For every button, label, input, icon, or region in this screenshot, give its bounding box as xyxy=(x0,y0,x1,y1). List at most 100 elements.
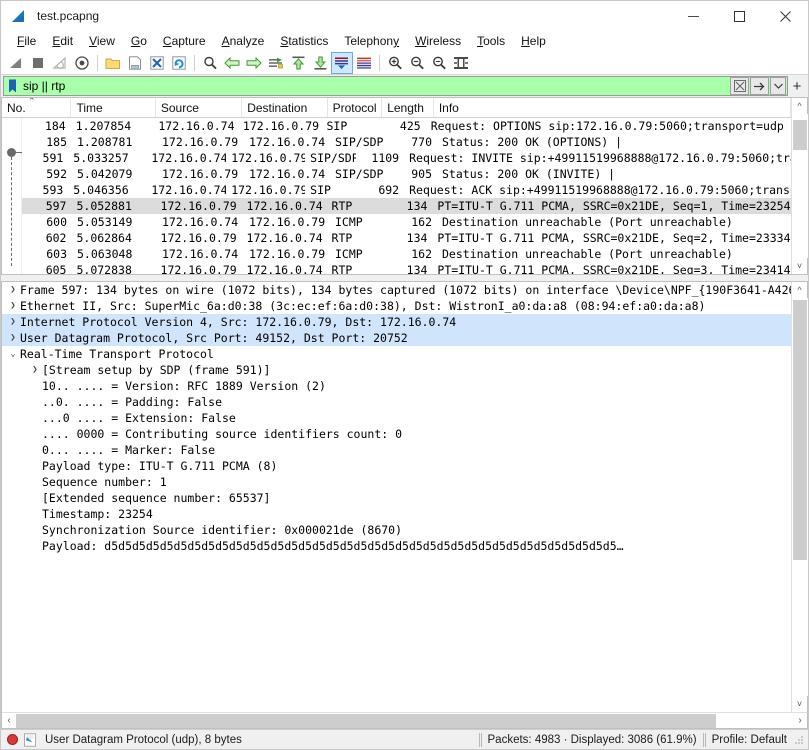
zoom-in-icon[interactable] xyxy=(384,52,406,74)
chevron-right-icon[interactable]: ❯ xyxy=(6,301,20,311)
column-header-length[interactable]: Length xyxy=(382,98,434,117)
go-to-packet-icon[interactable] xyxy=(265,52,287,74)
maximize-icon[interactable] xyxy=(716,1,762,31)
autoscroll-icon[interactable] xyxy=(331,51,353,74)
display-filter-container[interactable] xyxy=(3,76,788,96)
find-packet-icon[interactable] xyxy=(199,52,221,74)
filter-bookmark-icon[interactable] xyxy=(5,77,19,95)
packet-details-vertical-scrollbar[interactable]: ^ ˅ xyxy=(791,282,808,712)
protocol-tree-node[interactable]: Payload type: ITU-T G.711 PCMA (8) xyxy=(2,458,791,474)
protocol-tree-node[interactable]: ❯ Ethernet II, Src: SuperMic_6a:d0:38 (3c… xyxy=(2,298,791,314)
menu-view[interactable]: View xyxy=(81,32,123,50)
protocol-tree-node[interactable]: ..0. .... = Padding: False xyxy=(2,394,791,410)
column-header-no[interactable]: No. ⌃ xyxy=(2,98,72,117)
scroll-thumb[interactable] xyxy=(16,713,716,728)
scroll-left-icon[interactable]: ‹ xyxy=(2,713,16,729)
chevron-right-icon[interactable]: ❯ xyxy=(6,285,20,295)
scroll-up-icon[interactable]: ^ xyxy=(792,282,808,298)
menu-analyze[interactable]: Analyze xyxy=(214,32,273,50)
protocol-tree-node[interactable]: Payload: d5d5d5d5d5d5d5d5d5d5d5d5d5d5d5d… xyxy=(2,538,791,554)
scroll-track[interactable] xyxy=(16,713,793,729)
chevron-right-icon[interactable]: ❯ xyxy=(28,365,42,375)
scroll-down-icon[interactable]: ˅ xyxy=(792,258,808,274)
menu-help[interactable]: Help xyxy=(513,32,554,50)
column-header-source[interactable]: Source xyxy=(156,98,243,117)
chevron-down-icon[interactable] xyxy=(770,77,786,95)
scroll-up-icon[interactable]: ^ xyxy=(792,98,808,114)
protocol-tree-node[interactable]: Sequence number: 1 xyxy=(2,474,791,490)
column-header-destination[interactable]: Destination xyxy=(242,98,328,117)
restart-capture-icon[interactable] xyxy=(49,52,71,74)
packet-list-column-header[interactable]: No. ⌃ Time Source Destination Protocol Length I… xyxy=(2,98,791,118)
protocol-tree-node[interactable]: ❯ User Datagram Protocol, Src Port: 49152… xyxy=(2,330,791,346)
menu-tools[interactable]: Tools xyxy=(469,32,513,50)
table-row[interactable]: 605 5.072838 172.16.0.79 172.16.0.74 RTP 134 P… xyxy=(22,262,791,274)
scroll-thumb[interactable] xyxy=(792,300,807,560)
resize-columns-icon[interactable] xyxy=(450,52,472,74)
protocol-tree-node[interactable]: Timestamp: 23254 xyxy=(2,506,791,522)
menu-edit[interactable]: Edit xyxy=(44,32,81,50)
table-row[interactable]: 591 5.033257 172.16.0.74 172.16.0.79 SIP/SDP… xyxy=(22,150,791,166)
expert-info-error-icon[interactable] xyxy=(7,734,18,745)
menu-telephony[interactable]: Telephony xyxy=(336,32,407,50)
minimize-icon[interactable] xyxy=(670,1,716,31)
start-capture-icon[interactable] xyxy=(5,52,27,74)
scroll-track[interactable] xyxy=(791,114,808,258)
add-filter-button-icon[interactable]: + xyxy=(788,76,806,96)
protocol-tree[interactable]: ❯ Frame 597: 134 bytes on wire (1072 bits… xyxy=(2,282,791,712)
close-file-icon[interactable] xyxy=(146,52,168,74)
packet-list-vertical-scrollbar[interactable]: ^ ˅ xyxy=(791,98,808,274)
go-last-packet-icon[interactable] xyxy=(309,52,331,74)
menu-go[interactable]: Go xyxy=(123,32,155,50)
menu-statistics[interactable]: Statistics xyxy=(272,32,336,50)
resize-grip-icon[interactable] xyxy=(793,734,805,746)
go-forward-icon[interactable] xyxy=(243,52,265,74)
stop-capture-icon[interactable] xyxy=(27,52,49,74)
go-back-icon[interactable] xyxy=(221,52,243,74)
protocol-tree-node[interactable]: ❯ Internet Protocol Version 4, Src: 172.1… xyxy=(2,314,791,330)
protocol-tree-node[interactable]: Synchronization Source identifier: 0x000… xyxy=(2,522,791,538)
protocol-tree-node[interactable]: ❯ [Stream setup by SDP (frame 591)] xyxy=(2,362,791,378)
table-row[interactable]: 184 1.207854 172.16.0.74 172.16.0.79 SIP 425 R… xyxy=(22,118,791,134)
go-first-packet-icon[interactable] xyxy=(287,52,309,74)
zoom-out-icon[interactable] xyxy=(406,52,428,74)
protocol-tree-node[interactable]: [Extended sequence number: 65537] xyxy=(2,490,791,506)
table-row[interactable]: 597 5.052881 172.16.0.79 172.16.0.74 RTP 134 P… xyxy=(22,198,791,214)
chevron-right-icon[interactable]: ❯ xyxy=(6,333,20,343)
column-header-protocol[interactable]: Protocol xyxy=(328,98,383,117)
protocol-tree-node[interactable]: ⌄ Real-Time Transport Protocol xyxy=(2,346,791,362)
protocol-tree-node[interactable]: ❯ Frame 597: 134 bytes on wire (1072 bits… xyxy=(2,282,791,298)
close-icon[interactable] xyxy=(762,1,808,31)
scroll-down-icon[interactable]: ˅ xyxy=(792,696,808,712)
colorize-packets-icon[interactable] xyxy=(353,52,375,74)
scroll-right-icon[interactable]: › xyxy=(793,713,807,729)
table-row[interactable]: 602 5.062864 172.16.0.79 172.16.0.74 RTP 134 P… xyxy=(22,230,791,246)
capture-comment-icon[interactable] xyxy=(23,732,37,747)
table-row[interactable]: 185 1.208781 172.16.0.79 172.16.0.74 SIP/SDP… xyxy=(22,134,791,150)
status-profile-text[interactable]: Profile: Default xyxy=(712,734,787,746)
menu-capture[interactable]: Capture xyxy=(155,32,214,50)
capture-options-icon[interactable] xyxy=(71,52,93,74)
protocol-tree-node[interactable]: 0... .... = Marker: False xyxy=(2,442,791,458)
open-file-icon[interactable] xyxy=(102,52,124,74)
display-filter-input[interactable] xyxy=(19,77,730,95)
menu-wireless[interactable]: Wireless xyxy=(407,32,469,50)
zoom-reset-icon[interactable] xyxy=(428,52,450,74)
menu-file[interactable]: File xyxy=(9,32,44,50)
protocol-tree-node[interactable]: ...0 .... = Extension: False xyxy=(2,410,791,426)
scroll-thumb[interactable] xyxy=(792,120,807,150)
apply-filter-icon[interactable] xyxy=(750,77,769,95)
chevron-down-icon[interactable]: ⌄ xyxy=(6,349,20,359)
column-header-info[interactable]: Info xyxy=(434,98,791,117)
column-header-time[interactable]: Time xyxy=(71,98,156,117)
scroll-track[interactable] xyxy=(791,298,808,696)
reload-file-icon[interactable] xyxy=(168,52,190,74)
table-row[interactable]: 593 5.046356 172.16.0.74 172.16.0.79 SIP 692 R… xyxy=(22,182,791,198)
table-row[interactable]: 603 5.063048 172.16.0.74 172.16.0.79 ICMP 162… xyxy=(22,246,791,262)
protocol-tree-node[interactable]: .... 0000 = Contributing source identifi… xyxy=(2,426,791,442)
chevron-right-icon[interactable]: ❯ xyxy=(6,317,20,327)
table-row[interactable]: 600 5.053149 172.16.0.74 172.16.0.79 ICMP 162… xyxy=(22,214,791,230)
table-row[interactable]: 592 5.042079 172.16.0.79 172.16.0.74 SIP/SDP… xyxy=(22,166,791,182)
protocol-tree-node[interactable]: 10.. .... = Version: RFC 1889 Version (2… xyxy=(2,378,791,394)
save-file-icon[interactable]: 010 xyxy=(124,52,146,74)
